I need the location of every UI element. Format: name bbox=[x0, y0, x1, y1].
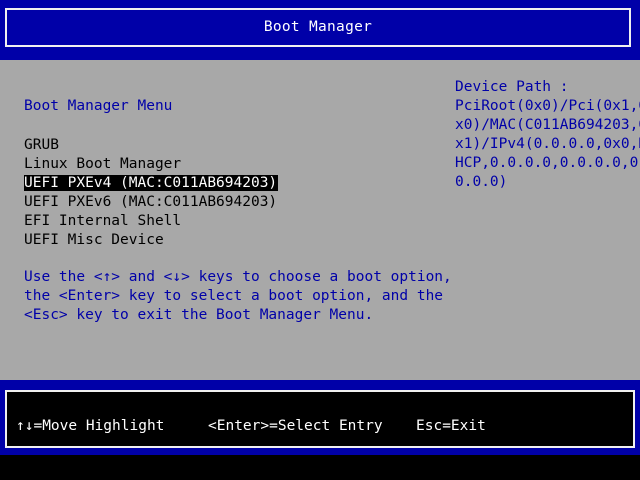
page-title: Boot Manager bbox=[5, 8, 631, 47]
main-panel: Boot Manager Menu GRUB Linux Boot Manage… bbox=[0, 60, 640, 380]
device-path-line: x1)/IPv4(0.0.0.0,0x0,D bbox=[455, 136, 640, 152]
device-path-label: Device Path : bbox=[455, 79, 569, 95]
boot-option-label: GRUB bbox=[24, 137, 59, 153]
device-path-pane: Device Path : PciRoot(0x0)/Pci(0x1,0 x0)… bbox=[455, 78, 640, 192]
menu-title: Boot Manager Menu bbox=[24, 98, 173, 114]
device-path-line: HCP,0.0.0.0,0.0.0.0,0. bbox=[455, 155, 640, 171]
help-line: the <Enter> key to select a boot option,… bbox=[24, 288, 444, 304]
exit-hint: Esc=Exit bbox=[416, 418, 486, 434]
select-entry-hint: <Enter>=Select Entry bbox=[208, 418, 383, 434]
boot-option-label: UEFI PXEv4 (MAC:C011AB694203) bbox=[24, 175, 279, 191]
boot-option-uefi-pxev4[interactable]: UEFI PXEv4 (MAC:C011AB694203) bbox=[24, 174, 279, 193]
boot-option-uefi-pxev6[interactable]: UEFI PXEv6 (MAC:C011AB694203) bbox=[24, 193, 278, 212]
boot-option-linux-boot-manager[interactable]: Linux Boot Manager bbox=[24, 155, 278, 174]
boot-option-label: Linux Boot Manager bbox=[24, 156, 182, 172]
boot-option-list: GRUB Linux Boot Manager UEFI PXEv4 (MAC:… bbox=[24, 136, 279, 250]
device-path-line: x0)/MAC(C011AB694203,0 bbox=[455, 117, 640, 133]
title-bar: Boot Manager bbox=[0, 0, 640, 60]
device-path-line: 0.0.0) bbox=[455, 174, 508, 190]
boot-option-label: UEFI Misc Device bbox=[24, 232, 164, 248]
boot-option-label: EFI Internal Shell bbox=[24, 213, 182, 229]
boot-option-grub[interactable]: GRUB bbox=[24, 136, 278, 155]
help-line: Use the <↑> and <↓> keys to choose a boo… bbox=[24, 269, 452, 285]
boot-option-label: UEFI PXEv6 (MAC:C011AB694203) bbox=[24, 194, 278, 210]
help-text: Use the <↑> and <↓> keys to choose a boo… bbox=[24, 268, 452, 325]
move-highlight-hint: ↑↓=Move Highlight bbox=[16, 418, 165, 434]
help-line: <Esc> key to exit the Boot Manager Menu. bbox=[24, 307, 374, 323]
footer-bar: ↑↓=Move Highlight <Enter>=Select Entry E… bbox=[0, 380, 640, 455]
device-path-line: PciRoot(0x0)/Pci(0x1,0 bbox=[455, 98, 640, 114]
boot-option-uefi-misc-device[interactable]: UEFI Misc Device bbox=[24, 231, 278, 250]
boot-option-efi-internal-shell[interactable]: EFI Internal Shell bbox=[24, 212, 278, 231]
